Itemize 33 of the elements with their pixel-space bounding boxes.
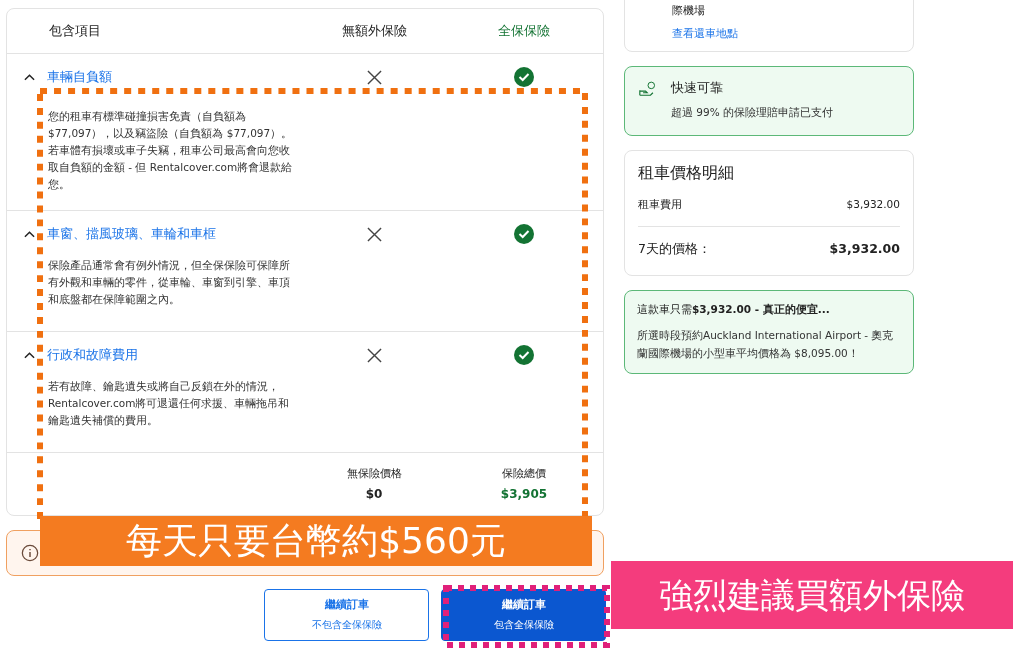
trust-title: 快速可靠 — [671, 79, 724, 97]
deal-text: 所選時段預約Auckland International Airport - 奧克蘭國際機場的小型車平均價格為 $8,095.00！ — [637, 328, 895, 361]
annotation-banner: 每天只要台幣約$560元 — [40, 516, 592, 566]
total-label: 無保險價格 — [346, 467, 402, 481]
column-header: 全保保險 — [497, 22, 551, 40]
info-icon — [21, 544, 39, 562]
total-value: $3,932.00 — [829, 241, 900, 258]
location-link[interactable]: 查看還車地點 — [672, 26, 913, 41]
annotation-label: 強烈建議買額外保險 — [611, 561, 1013, 629]
total-value: $0 — [365, 487, 383, 501]
column-header: 無額外保險 — [340, 22, 408, 40]
location-text: 際機場 — [672, 3, 706, 18]
column-header: 包含項目 — [48, 22, 102, 40]
coverage-title[interactable]: 行政和故障費用 — [47, 346, 289, 364]
trust-text: 超過 99% 的保險理賠申請已支付 — [671, 106, 833, 120]
coverage-description: 保險產品通常會有例外情況，但全保保險可保障所有外觀和車輛的零件，從車輪、車窗到引擎、車頂和底盤都在保障範圍之內。 — [48, 258, 291, 307]
coverage-title[interactable]: 車窗、擋風玻璃、車輪和車框 — [47, 225, 289, 243]
chevron-icon[interactable] — [24, 230, 35, 238]
coverage-description: 您的租車有標準碰撞損害免責（自負額為 $77,097），以及竊盜險（自負額為 $77,097）。若車體有損壞或車子失竊，租車公司最高會向您收取自負額的金額 - 但 Rentalcover.com將會退款給您。 — [48, 109, 293, 192]
price-value: $3,932.00 — [846, 198, 900, 212]
hand-coin-icon — [639, 81, 657, 98]
total-label: 7天的價格： — [638, 241, 711, 258]
total-value: $3,905 — [500, 487, 548, 501]
price-label: 租車費用 — [638, 198, 682, 212]
chevron-icon[interactable] — [24, 73, 35, 81]
coverage-title[interactable]: 車輛自負額 — [47, 68, 289, 86]
coverage-description: 若有故障、鑰匙遺失或將自己反鎖在外的情況，Rentalcover.com將可退還任何求援、車輛拖吊和鑰匙遺失補償的費用。 — [48, 379, 291, 428]
continue-button[interactable]: 繼續訂車 不包含全保保險 — [264, 589, 429, 641]
price-title: 租車價格明細 — [638, 163, 735, 184]
continue-button[interactable]: 繼續訂車 包含全保保險 — [441, 589, 606, 641]
deal-title: 這款車只需$3,932.00 - 真正的便宜... — [637, 302, 831, 317]
chevron-icon[interactable] — [24, 351, 35, 359]
total-label: 保險總價 — [502, 467, 546, 481]
